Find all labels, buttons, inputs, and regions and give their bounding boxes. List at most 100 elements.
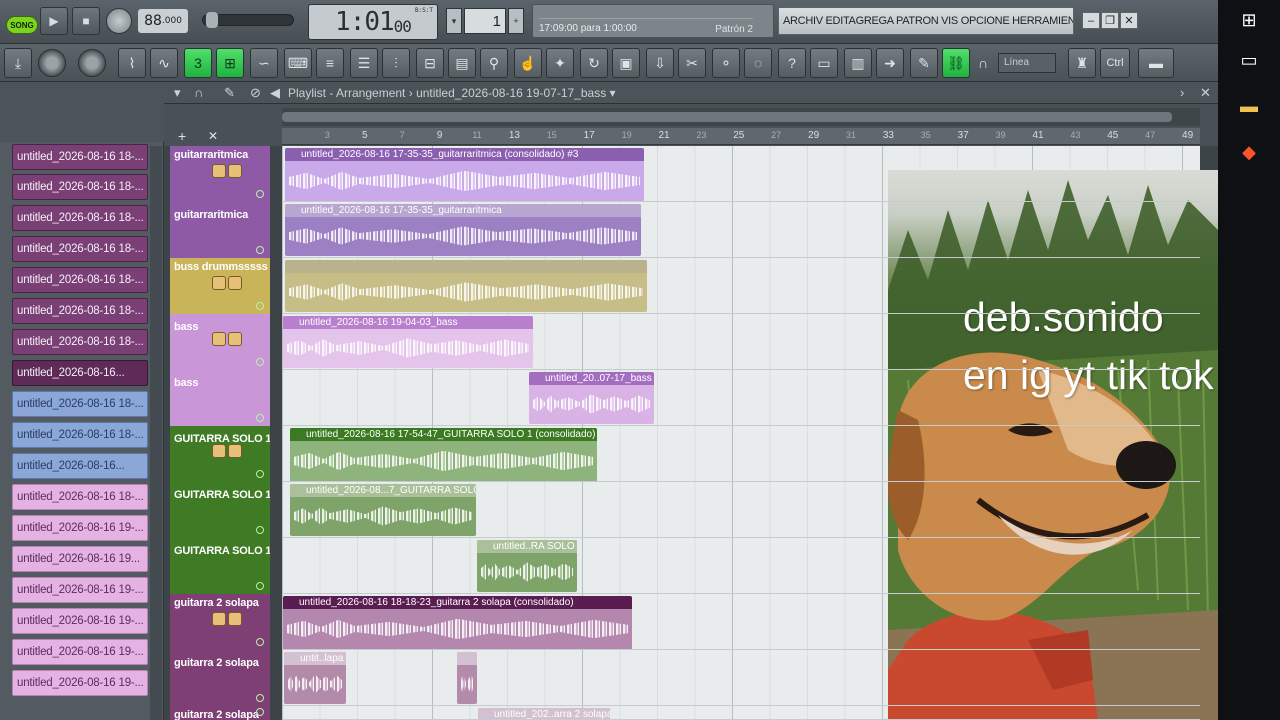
menu-arrow-icon[interactable]: ▾ bbox=[174, 85, 181, 101]
maximize-button[interactable]: ❐ bbox=[1101, 12, 1119, 29]
pencil-icon[interactable]: ✎ bbox=[910, 48, 938, 78]
browser-item[interactable]: untitled_2026-08-16... bbox=[12, 453, 148, 479]
browser-item[interactable]: untitled_2026-08-16 18-... bbox=[12, 484, 148, 510]
browser-item[interactable]: untitled_2026-08-16 18-... bbox=[12, 298, 148, 324]
browser-item[interactable]: untitled_2026-08-16 19-... bbox=[12, 515, 148, 541]
blend-notes-icon[interactable]: ∽ bbox=[250, 48, 278, 78]
browser-item[interactable]: untitled_2026-08-16 18-... bbox=[12, 205, 148, 231]
track-mute-icon[interactable] bbox=[212, 444, 226, 458]
track-active-indicator[interactable] bbox=[256, 246, 264, 254]
touch-icon[interactable]: ☝ bbox=[514, 48, 542, 78]
typing-keyboard-icon[interactable]: ⌨ bbox=[284, 48, 312, 78]
browser-icon[interactable]: ▤ bbox=[448, 48, 476, 78]
audio-clip[interactable] bbox=[285, 260, 647, 312]
browser-item[interactable]: untitled_2026-08-16 18-... bbox=[12, 329, 148, 355]
audio-clip[interactable]: untitled_2026-08-16 17-35-35_guitarrarit… bbox=[285, 148, 644, 202]
track-header[interactable]: guitarra 2 solapa bbox=[170, 594, 270, 650]
track-name[interactable]: buss drummsssss bbox=[174, 261, 270, 273]
track-active-indicator[interactable] bbox=[256, 582, 264, 590]
countdown-icon[interactable]: 3 bbox=[184, 48, 212, 78]
step-edit-icon[interactable]: ⊞ bbox=[216, 48, 244, 78]
track-header[interactable]: guitarraritmica bbox=[170, 202, 270, 258]
track-name[interactable]: guitarra 2 solapa bbox=[174, 657, 270, 669]
magnet-snap-icon[interactable]: ∩ bbox=[194, 85, 203, 100]
track-name[interactable]: GUITARRA SOLO 1 bbox=[174, 489, 270, 501]
browser-item[interactable]: untitled_2026-08-16 19-... bbox=[12, 608, 148, 634]
master-volume-knob[interactable] bbox=[38, 49, 66, 77]
browser-item[interactable]: untitled_2026-08-16 19-... bbox=[12, 577, 148, 603]
master-pitch-slider[interactable] bbox=[202, 12, 294, 28]
snap-selector[interactable]: Línea bbox=[998, 53, 1056, 73]
master-pitch-knob[interactable] bbox=[78, 49, 106, 77]
track-controls[interactable] bbox=[212, 332, 242, 346]
remove-track-icon[interactable]: ✕ bbox=[208, 129, 218, 143]
track-header[interactable]: GUITARRA SOLO 1 bbox=[170, 538, 270, 594]
browser-item[interactable]: untitled_2026-08-16 19... bbox=[12, 546, 148, 572]
arrangement-name[interactable]: untitled_2026-08-16 19-07-17_bass bbox=[416, 86, 606, 100]
track-name[interactable]: guitarra 2 solapa bbox=[174, 597, 270, 609]
pattern-add-icon[interactable]: + bbox=[508, 8, 524, 34]
track-mute-icon[interactable] bbox=[212, 164, 226, 178]
save-icon[interactable]: ▣ bbox=[612, 48, 640, 78]
track-solo-icon[interactable] bbox=[228, 332, 242, 346]
pattern-number[interactable]: 1 bbox=[464, 8, 506, 34]
track-active-indicator[interactable] bbox=[256, 708, 264, 716]
track-active-indicator[interactable] bbox=[256, 694, 264, 702]
track-name[interactable]: guitarraritmica bbox=[174, 149, 270, 161]
audio-clip[interactable] bbox=[457, 652, 477, 704]
track-active-indicator[interactable] bbox=[256, 190, 264, 198]
browser-item[interactable]: untitled_2026-08-16 18-... bbox=[12, 391, 148, 417]
link-icon[interactable]: ⛓ bbox=[942, 48, 970, 78]
track-active-indicator[interactable] bbox=[256, 302, 264, 310]
mixer-icon[interactable]: ⫶ bbox=[382, 48, 410, 78]
record-button[interactable] bbox=[106, 8, 132, 34]
stop-button[interactable]: ■ bbox=[72, 7, 100, 35]
track-controls[interactable] bbox=[212, 444, 242, 458]
browser-item[interactable]: untitled_2026-08-16 18-... bbox=[12, 267, 148, 293]
track-controls[interactable] bbox=[212, 164, 242, 178]
download-icon[interactable]: ⤓ bbox=[4, 48, 32, 78]
browser-item[interactable]: untitled_2026-08-16... bbox=[12, 360, 148, 386]
browser-item[interactable]: untitled_2026-08-16 18-... bbox=[12, 236, 148, 262]
track-active-indicator[interactable] bbox=[256, 470, 264, 478]
track-header[interactable]: GUITARRA SOLO 1 bbox=[170, 482, 270, 538]
plugin-icon[interactable]: ⚲ bbox=[480, 48, 508, 78]
playlist-close-icon[interactable]: ✕ bbox=[1200, 85, 1211, 101]
track-active-indicator[interactable] bbox=[256, 526, 264, 534]
track-solo-icon[interactable] bbox=[228, 612, 242, 626]
mute-tool-icon[interactable]: ⊘ bbox=[250, 85, 261, 101]
track-header[interactable]: GUITARRA SOLO 1 bbox=[170, 426, 270, 482]
playlist-overview-scroll[interactable] bbox=[282, 108, 1200, 126]
pattern-selector[interactable]: ▾ 1 + bbox=[446, 8, 524, 34]
track-solo-icon[interactable] bbox=[228, 164, 242, 178]
audio-clip[interactable]: untitled..RA SOLO 1 bbox=[477, 540, 577, 592]
add-track-icon[interactable]: + bbox=[178, 128, 186, 144]
metronome-icon[interactable]: ⌇ bbox=[118, 48, 146, 78]
color-swatch-icon[interactable]: ▬ bbox=[1138, 48, 1174, 78]
track-mute-icon[interactable] bbox=[212, 612, 226, 626]
speaker-icon[interactable]: ◀ bbox=[270, 85, 280, 101]
browser-scrollbar[interactable] bbox=[150, 146, 162, 720]
arrow-right-icon[interactable]: ➜ bbox=[876, 48, 904, 78]
pattern-picker-icon[interactable]: ≡ bbox=[316, 48, 344, 78]
audio-clip[interactable]: untitled_2026-08-16 17-35-35_guitarrarit… bbox=[285, 204, 641, 256]
chat-icon[interactable]: ◌ bbox=[744, 48, 772, 78]
audio-clip[interactable]: untitled_2026-08-16 19-04-03_bass bbox=[283, 316, 533, 368]
audio-clip[interactable]: untitled_2026-08-16 17-54-47_GUITARRA SO… bbox=[290, 428, 597, 482]
windows-start-icon[interactable]: ⊞ bbox=[1237, 8, 1261, 32]
track-name[interactable]: bass bbox=[174, 377, 270, 389]
track-header[interactable]: guitarra 2 solapa bbox=[170, 650, 270, 706]
wand-icon[interactable]: ✦ bbox=[546, 48, 574, 78]
browser-item[interactable]: untitled_2026-08-16 19-... bbox=[12, 639, 148, 665]
magnet-icon[interactable]: ∩ bbox=[974, 48, 992, 78]
brave-browser-icon[interactable]: ◆ bbox=[1237, 140, 1261, 164]
template-icon[interactable]: ▭ bbox=[810, 48, 838, 78]
audio-clip[interactable]: untitled_2026-08...7_GUITARRA SOLO 1 bbox=[290, 484, 476, 536]
file-explorer-icon[interactable]: ▬ bbox=[1237, 94, 1261, 118]
track-active-indicator[interactable] bbox=[256, 358, 264, 366]
ctrl-button[interactable]: Ctrl bbox=[1100, 48, 1130, 78]
microphone-icon[interactable]: ⚬ bbox=[712, 48, 740, 78]
refresh-icon[interactable]: ↻ bbox=[580, 48, 608, 78]
tempo-display[interactable]: 88.000 bbox=[138, 9, 188, 33]
track-controls[interactable] bbox=[212, 612, 242, 626]
